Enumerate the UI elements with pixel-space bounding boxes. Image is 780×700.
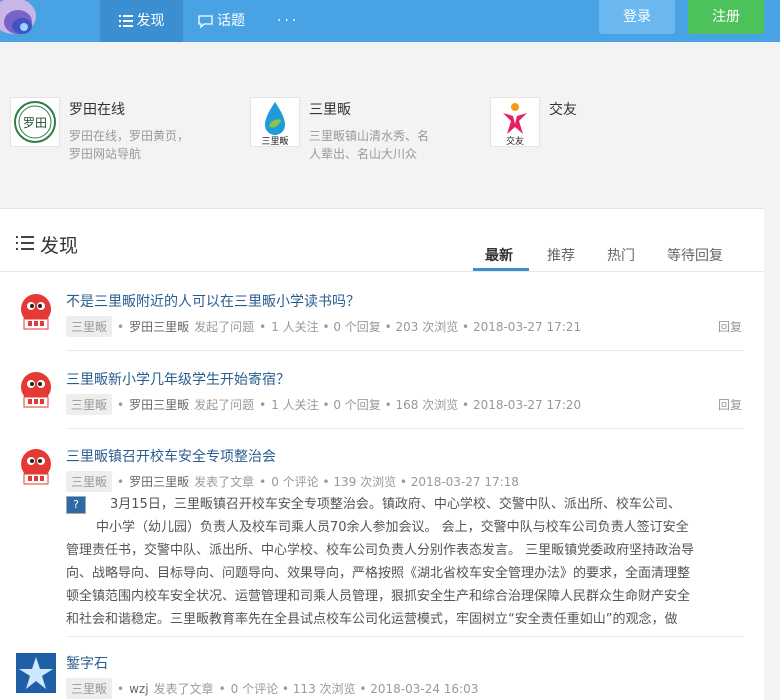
summary-text: 3月15日，三里畈镇召开校车安全专项整治会。镇政府、中心学校、交警中队、派出所、… xyxy=(110,497,681,512)
site-desc-line: 三里畈镇山清水秀、名 xyxy=(309,129,430,143)
site-desc-line: 罗田网站导航 xyxy=(69,147,142,161)
login-button[interactable]: 登录 xyxy=(599,0,675,34)
summary-line: 顿全镇范围内校车安全状况、运营管理和司乘人员管理，狠抓安全生产和综合治理保障人民… xyxy=(66,589,691,604)
divider xyxy=(66,636,744,637)
item-action: 发起了问题 xyxy=(194,398,255,412)
summary-line: 中小学（幼儿园）负责人及校车司乘人员70余人参加会议。 会上，交警中队与校车公司… xyxy=(96,520,689,535)
top-navbar: 发现 话题 ··· 登录 注册 xyxy=(0,0,780,42)
nav-discover-label: 发现 xyxy=(136,13,165,29)
item-action: 发表了文章 xyxy=(194,475,255,489)
topic-tag[interactable]: 三里畈 xyxy=(66,678,113,699)
site-logo[interactable] xyxy=(0,0,44,40)
article-summary: ? 3月15日，三里畈镇召开校车安全专项整治会。镇政府、中心学校、交警中队、派出所… xyxy=(66,493,746,631)
tab-recommended[interactable]: 推荐 xyxy=(547,245,575,265)
nav-discover[interactable]: 发现 xyxy=(100,0,183,42)
author-link[interactable]: 罗田三里畈 xyxy=(129,473,189,490)
site-description: 三里畈镇山清水秀、名 人辈出、名山大川众 xyxy=(309,127,437,163)
item-stats: 0 个评论 • 113 次浏览 • 2018-03-24 16:03 xyxy=(230,682,479,696)
author-link[interactable]: 罗田三里畈 xyxy=(129,318,189,335)
sanlifan-logo[interactable]: 三里畈 xyxy=(250,97,300,147)
feed-title: 发现 xyxy=(16,231,78,258)
summary-line: ? 3月15日，三里畈镇召开校车安全专项整治会。镇政府、中心学校、交警中队、派出所… xyxy=(66,493,746,516)
item-action: 发起了问题 xyxy=(194,320,255,334)
topic-tag[interactable]: 三里畈 xyxy=(66,394,113,415)
summary-line: 向、战略导向、目标导向、问题导向、效果导向，严格按照《湖北省校车安全管理办法》的… xyxy=(66,566,691,581)
site-desc-line: 人辈出、名山大川众 xyxy=(309,147,418,161)
topic-tag[interactable]: 三里畈 xyxy=(66,316,113,337)
item-meta: 三里畈 • 罗田三里畈 发起了问题 • 1 人关注 • 0 个回复 • 203 … xyxy=(66,316,581,337)
article-title-link[interactable]: 錾字石 xyxy=(66,653,108,673)
site-name[interactable]: 交友 xyxy=(549,99,577,119)
site-name[interactable]: 三里畈 xyxy=(309,99,351,119)
topic-tag[interactable]: 三里畈 xyxy=(66,471,113,492)
discover-feed-card: 发现 最新 推荐 热门 等待回复 不是三里畈附近的人可以在三里畈小学读书吗？ 三… xyxy=(0,208,764,700)
svg-text:罗田: 罗田 xyxy=(23,116,47,130)
bullet: • xyxy=(259,319,267,334)
avatar[interactable] xyxy=(16,446,56,486)
avatar[interactable] xyxy=(16,291,56,331)
nav-topics[interactable]: 话题 xyxy=(198,0,245,42)
bullet: • xyxy=(117,681,125,696)
summary-line: 和社会和谐稳定。三里畈教育率先在全县试点校车公司化运营模式，牢固树立“安全责任重… xyxy=(66,612,678,627)
bullet: • xyxy=(218,681,226,696)
item-meta: 三里畈 • 罗田三里畈 发表了文章 • 0 个评论 • 139 次浏览 • 20… xyxy=(66,471,519,492)
tab-hot[interactable]: 热门 xyxy=(607,245,635,265)
bullet: • xyxy=(117,474,125,489)
divider xyxy=(66,428,744,429)
bullet: • xyxy=(117,319,125,334)
site-description: 罗田在线，罗田黄页， 罗田网站导航 xyxy=(69,127,197,163)
jiaoyou-logo[interactable]: 交友 xyxy=(490,97,540,147)
register-button[interactable]: 注册 xyxy=(688,0,764,34)
item-meta: 三里畈 • 罗田三里畈 发起了问题 • 1 人关注 • 0 个回复 • 168 … xyxy=(66,394,581,415)
list-icon xyxy=(16,234,34,256)
nav-more-button[interactable]: ··· xyxy=(277,0,299,42)
article-title-link[interactable]: 三里畈镇召开校车安全专项整治会 xyxy=(66,446,276,466)
feed-header: 发现 最新 推荐 热门 等待回复 xyxy=(0,209,764,272)
divider xyxy=(66,350,744,351)
reply-link[interactable]: 回复 xyxy=(718,396,742,413)
site-name[interactable]: 罗田在线 xyxy=(69,99,125,119)
question-title-link[interactable]: 三里畈新小学几年级学生开始寄宿？ xyxy=(66,369,290,389)
item-stats: 1 人关注 • 0 个回复 • 203 次浏览 • 2018-03-27 17:… xyxy=(271,320,582,334)
question-title-link[interactable]: 不是三里畈附近的人可以在三里畈小学读书吗？ xyxy=(66,291,360,311)
chat-bubble-icon xyxy=(198,14,213,28)
svg-text:三里畈: 三里畈 xyxy=(261,135,288,146)
nav-topics-label: 话题 xyxy=(217,13,245,29)
active-tab-indicator xyxy=(473,268,529,271)
list-icon xyxy=(118,15,133,27)
luotian-logo[interactable]: 罗田 xyxy=(10,97,60,147)
broken-image-icon: ? xyxy=(66,495,86,514)
reply-link[interactable]: 回复 xyxy=(718,318,742,335)
svg-text:交友: 交友 xyxy=(506,135,524,146)
summary-line: 管理责任书，交警中队、派出所、中心学校、校车公司负责人分别作表态发言。 三里畈镇… xyxy=(66,543,695,558)
tab-latest[interactable]: 最新 xyxy=(485,245,513,265)
item-meta: 三里畈 • wzj 发表了文章 • 0 个评论 • 113 次浏览 • 2018… xyxy=(66,678,478,699)
feed-title-text: 发现 xyxy=(40,235,79,257)
item-action: 发表了文章 xyxy=(153,682,214,696)
site-desc-line: 罗田在线，罗田黄页， xyxy=(69,129,190,143)
author-link[interactable]: 罗田三里畈 xyxy=(129,396,189,413)
item-stats: 1 人关注 • 0 个回复 • 168 次浏览 • 2018-03-27 17:… xyxy=(271,398,582,412)
bullet: • xyxy=(259,397,267,412)
avatar[interactable] xyxy=(16,369,56,409)
bullet: • xyxy=(259,474,267,489)
bullet: • xyxy=(117,397,125,412)
item-stats: 0 个评论 • 139 次浏览 • 2018-03-27 17:18 xyxy=(271,475,519,489)
tab-awaiting-reply[interactable]: 等待回复 xyxy=(667,245,723,265)
avatar[interactable] xyxy=(16,653,56,693)
author-link[interactable]: wzj xyxy=(129,682,148,696)
